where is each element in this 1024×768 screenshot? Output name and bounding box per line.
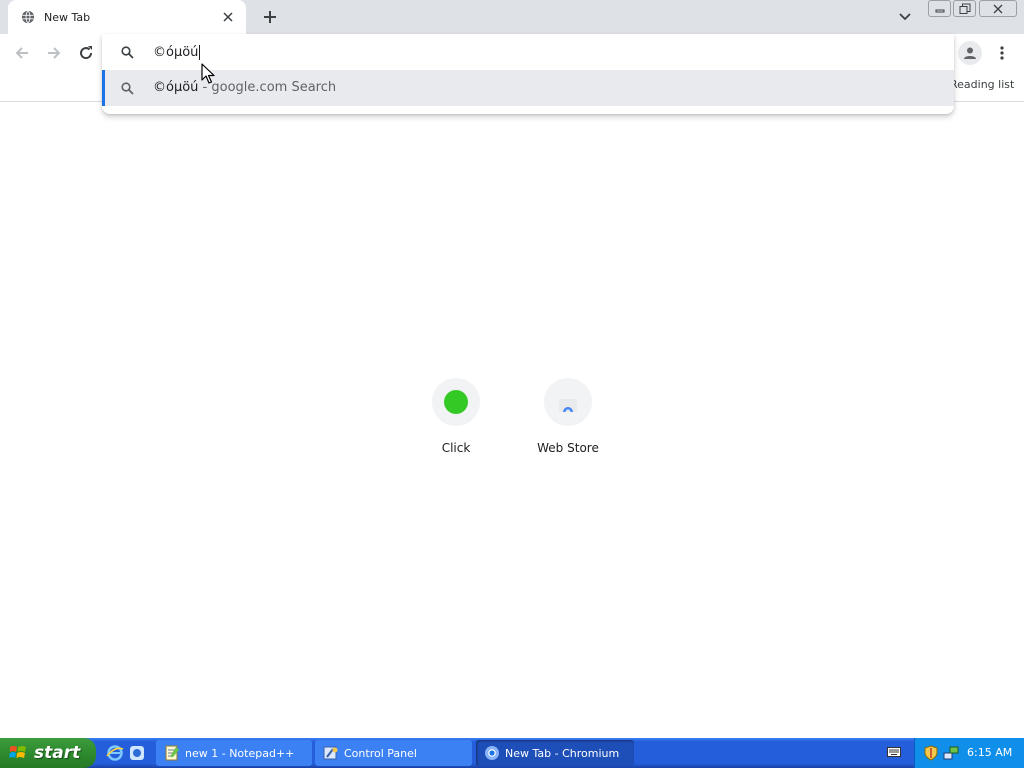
system-tray: 6:15 AM: [914, 738, 1024, 768]
arrow-right-icon: [48, 47, 61, 59]
search-icon: [119, 80, 135, 96]
mouse-cursor-icon: [201, 63, 215, 84]
task-chromium[interactable]: New Tab - Chromium: [476, 740, 634, 766]
globe-icon: [20, 9, 36, 25]
person-icon: [964, 47, 976, 59]
tab-close-icon[interactable]: [220, 9, 236, 25]
suggestion-provider: google.com Search: [211, 80, 337, 95]
new-tab-button[interactable]: [258, 6, 282, 28]
reload-icon: [80, 46, 93, 60]
task-label: new 1 - Notepad++: [185, 746, 295, 760]
plus-icon: [264, 11, 276, 23]
suggestion-text: ©όμöú - google.com Search: [153, 80, 336, 95]
suggestion-query: ©όμöú: [153, 80, 199, 95]
close-window-button[interactable]: [979, 0, 1017, 17]
task-label: New Tab - Chromium: [505, 746, 620, 760]
omnibox-text: ©όμöú: [153, 44, 199, 60]
kebab-menu-icon: [1000, 46, 1004, 60]
task-control-panel[interactable]: Control Panel: [315, 740, 472, 766]
omnibox-suggestion[interactable]: ©όμöú - google.com Search: [102, 70, 954, 106]
task-notepad[interactable]: new 1 - Notepad++: [156, 740, 312, 766]
restore-button[interactable]: [953, 0, 976, 17]
taskbar: start new 1 - Notepad++ Control Panel Ne…: [0, 738, 1024, 768]
security-shield-icon[interactable]: [923, 745, 939, 761]
start-label: start: [34, 743, 81, 763]
forward-button[interactable]: [43, 42, 65, 64]
task-label: Control Panel: [344, 746, 417, 760]
minimize-button[interactable]: [928, 0, 951, 17]
back-button[interactable]: [11, 42, 33, 64]
shortcut-label: Click: [441, 441, 471, 455]
shortcut-label: Web Store: [537, 441, 599, 455]
search-icon: [119, 44, 135, 60]
chevron-down-icon: [899, 13, 911, 21]
profile-button[interactable]: [958, 41, 982, 65]
shortcut-click-tile: [432, 378, 480, 426]
internet-explorer-icon[interactable]: [106, 744, 124, 762]
shortcut-web-store[interactable]: Web Store: [518, 376, 618, 464]
omnibox[interactable]: ©όμöú: [102, 34, 954, 70]
windows-flag-icon: [9, 746, 26, 758]
tab-search-button[interactable]: [894, 6, 916, 28]
menu-button[interactable]: [992, 42, 1012, 64]
web-store-icon: [559, 399, 577, 412]
shortcut-click[interactable]: Click: [406, 376, 506, 464]
notepad-icon: [165, 745, 179, 761]
tab-new-tab[interactable]: New Tab: [8, 0, 246, 34]
restore-icon: [959, 3, 970, 14]
shortcut-web-store-tile: [544, 378, 592, 426]
omnibox-popup: ©όμöú ©όμöú - google.com Search: [102, 34, 954, 114]
keyboard-icon[interactable]: [887, 746, 901, 758]
text-caret: [199, 44, 201, 60]
start-button[interactable]: start: [0, 738, 96, 768]
clock[interactable]: 6:15 AM: [967, 746, 1012, 759]
arrow-left-icon: [15, 47, 28, 59]
chromium-icon: [485, 746, 499, 760]
minimize-icon: [935, 9, 944, 12]
network-icon[interactable]: [943, 745, 959, 761]
omnibox-input[interactable]: ©όμöú: [153, 42, 913, 62]
green-dot-icon: [444, 390, 468, 414]
tab-title: New Tab: [44, 10, 91, 24]
quick-launch-icon[interactable]: [128, 744, 146, 762]
close-icon: [993, 4, 1003, 13]
reading-list-button[interactable]: Reading list: [950, 78, 1014, 91]
reload-button[interactable]: [75, 42, 97, 64]
tab-strip: New Tab: [0, 0, 1024, 34]
control-panel-icon: [323, 746, 338, 760]
